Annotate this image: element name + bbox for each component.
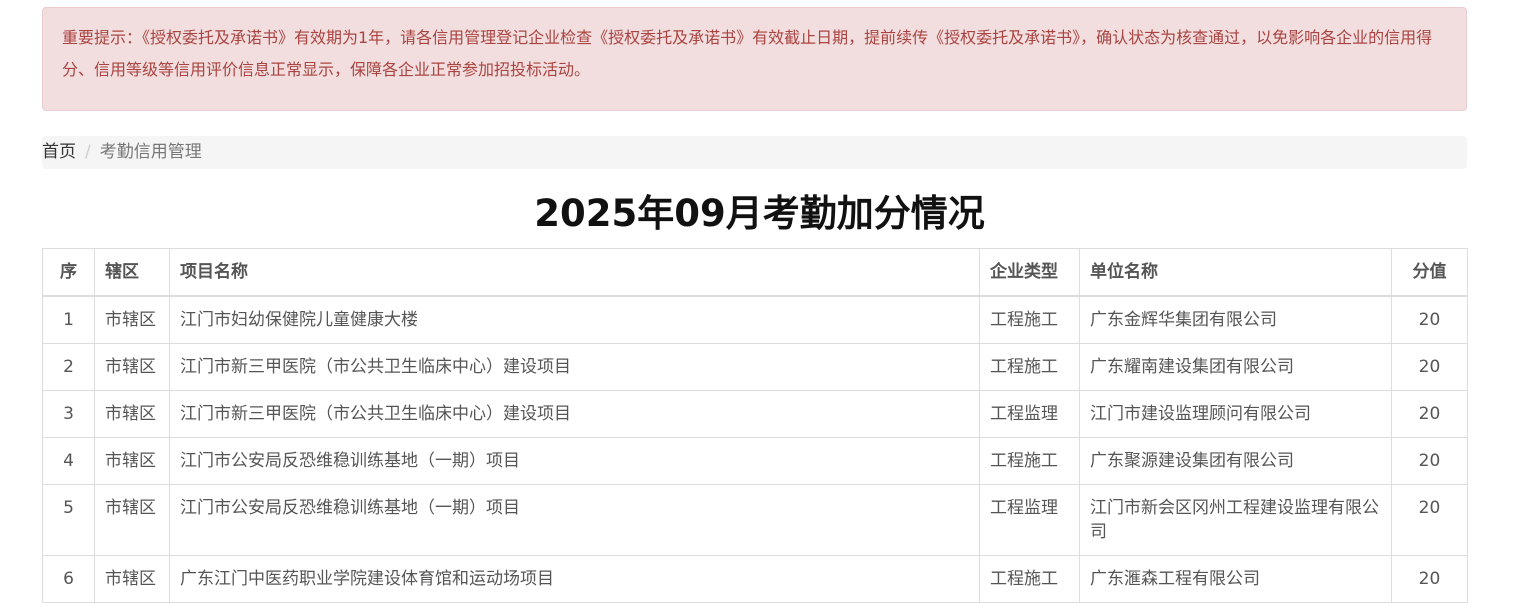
table-row: 4 市辖区 江门市公安局反恐维稳训练基地（一期）项目 工程施工 广东聚源建设集团…: [42, 437, 1468, 485]
cell-company-type: 工程施工: [979, 295, 1080, 344]
page-title: 2025年09月考勤加分情况: [534, 192, 985, 235]
cell-score: 20: [1391, 343, 1468, 391]
main-container: 重要提示：《授权委托及承诺书》有效期为1年，请各信用管理登记企业检查《授权委托及…: [42, 7, 1468, 603]
cell-district: 市辖区: [94, 343, 170, 391]
cell-score: 20: [1391, 437, 1468, 485]
cell-index: 5: [42, 484, 95, 556]
header-company-name: 单位名称: [1079, 248, 1392, 297]
cell-company-type: 工程施工: [979, 437, 1080, 485]
cell-project: 江门市公安局反恐维稳训练基地（一期）项目: [169, 484, 980, 556]
cell-project: 江门市公安局反恐维稳训练基地（一期）项目: [169, 437, 980, 485]
table-row: 6 市辖区 广东江门中医药职业学院建设体育馆和运动场项目 工程施工 广东滙森工程…: [42, 555, 1468, 603]
breadcrumb-home-link[interactable]: 首页: [42, 142, 76, 162]
table-row: 5 市辖区 江门市公安局反恐维稳训练基地（一期）项目 工程监理 江门市新会区冈州…: [42, 484, 1468, 556]
cell-index: 1: [42, 295, 95, 344]
alert-text: 重要提示：《授权委托及承诺书》有效期为1年，请各信用管理登记企业检查《授权委托及…: [62, 28, 1433, 79]
cell-score: 20: [1391, 390, 1468, 438]
breadcrumb-current: 考勤信用管理: [99, 142, 202, 162]
header-score: 分值: [1391, 248, 1468, 297]
cell-company-type: 工程施工: [979, 555, 1080, 603]
cell-district: 市辖区: [94, 484, 170, 556]
table-row: 2 市辖区 江门市新三甲医院（市公共卫生临床中心）建设项目 工程施工 广东耀南建…: [42, 343, 1468, 391]
cell-company-type: 工程施工: [979, 343, 1080, 391]
important-notice-alert: 重要提示：《授权委托及承诺书》有效期为1年，请各信用管理登记企业检查《授权委托及…: [42, 7, 1467, 111]
cell-company-name: 广东聚源建设集团有限公司: [1079, 437, 1392, 485]
cell-score: 20: [1391, 295, 1468, 344]
header-project: 项目名称: [169, 248, 980, 297]
cell-index: 3: [42, 390, 95, 438]
cell-project: 江门市妇幼保健院儿童健康大楼: [169, 295, 980, 344]
cell-index: 6: [42, 555, 95, 603]
cell-district: 市辖区: [94, 295, 170, 344]
table-header-row: 序 辖区 项目名称 企业类型 单位名称 分值: [42, 248, 1468, 297]
header-company-type: 企业类型: [979, 248, 1080, 297]
cell-company-type: 工程监理: [979, 390, 1080, 438]
cell-company-type: 工程监理: [979, 484, 1080, 556]
breadcrumb-separator: /: [85, 142, 91, 162]
cell-index: 2: [42, 343, 95, 391]
cell-district: 市辖区: [94, 390, 170, 438]
cell-score: 20: [1391, 555, 1468, 603]
table-row: 3 市辖区 江门市新三甲医院（市公共卫生临床中心）建设项目 工程监理 江门市建设…: [42, 390, 1468, 438]
cell-district: 市辖区: [94, 437, 170, 485]
attendance-score-table: 序 辖区 项目名称 企业类型 单位名称 分值 1 市辖区 江门市妇幼保健院儿童健…: [42, 248, 1468, 603]
cell-company-name: 江门市建设监理顾问有限公司: [1079, 390, 1392, 438]
header-district: 辖区: [94, 248, 170, 297]
breadcrumb: 首页 / 考勤信用管理: [42, 136, 1467, 169]
cell-score: 20: [1391, 484, 1468, 556]
cell-company-name: 广东滙森工程有限公司: [1079, 555, 1392, 603]
cell-district: 市辖区: [94, 555, 170, 603]
cell-company-name: 广东耀南建设集团有限公司: [1079, 343, 1392, 391]
cell-project: 江门市新三甲医院（市公共卫生临床中心）建设项目: [169, 390, 980, 438]
cell-project: 广东江门中医药职业学院建设体育馆和运动场项目: [169, 555, 980, 603]
cell-index: 4: [42, 437, 95, 485]
table-row: 1 市辖区 江门市妇幼保健院儿童健康大楼 工程施工 广东金辉华集团有限公司 20: [42, 295, 1468, 344]
header-index: 序: [42, 248, 95, 297]
cell-company-name: 江门市新会区冈州工程建设监理有限公司: [1079, 484, 1392, 556]
cell-company-name: 广东金辉华集团有限公司: [1079, 295, 1392, 344]
cell-project: 江门市新三甲医院（市公共卫生临床中心）建设项目: [169, 343, 980, 391]
